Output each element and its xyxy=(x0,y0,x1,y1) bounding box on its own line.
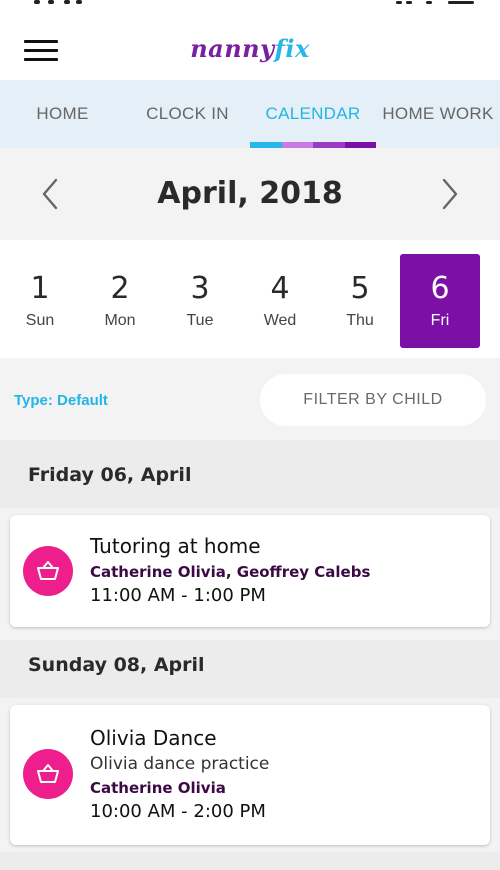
signal-icon xyxy=(34,0,88,4)
event-children: Catherine Olivia xyxy=(90,779,226,797)
day-wed-4[interactable]: 4 Wed xyxy=(240,254,320,348)
day-sun-1[interactable]: 1 Sun xyxy=(0,254,80,348)
app-header: nannyfix xyxy=(0,8,500,80)
type-filter-label[interactable]: Type: Default xyxy=(14,392,108,409)
day-section-header: Sunday 08, April xyxy=(0,640,500,698)
day-section-header: Friday 06, April xyxy=(0,440,500,508)
chevron-right-icon[interactable] xyxy=(432,176,468,212)
section-heading: Sunday 08, April xyxy=(28,654,205,676)
event-description: Olivia dance practice xyxy=(90,754,270,774)
day-weekday: Fri xyxy=(430,312,450,329)
battery-icon xyxy=(396,0,476,4)
event-title: Tutoring at home xyxy=(90,534,261,558)
day-number: 1 xyxy=(30,271,50,306)
day-weekday: Mon xyxy=(104,312,136,329)
tab-calendar[interactable]: CALENDAR xyxy=(250,80,376,148)
day-strip: 1 Sun 2 Mon 3 Tue 4 Wed 5 Thu 6 Fri xyxy=(0,240,500,358)
day-number: 3 xyxy=(190,271,210,306)
event-card[interactable]: Olivia Dance Olivia dance practice Cathe… xyxy=(10,705,490,845)
status-bar xyxy=(0,0,500,8)
day-fri-6-selected[interactable]: 6 Fri xyxy=(400,254,480,348)
tab-home[interactable]: HOME xyxy=(0,80,125,148)
day-weekday: Wed xyxy=(263,312,297,329)
day-weekday: Sun xyxy=(25,312,55,329)
day-thu-5[interactable]: 5 Thu xyxy=(320,254,400,348)
day-number: 5 xyxy=(350,271,370,306)
section-heading: Friday 06, April xyxy=(28,464,192,486)
day-number: 6 xyxy=(430,271,450,306)
tab-clock-in[interactable]: CLOCK IN xyxy=(125,80,250,148)
event-card[interactable]: Tutoring at home Catherine Olivia, Geoff… xyxy=(10,515,490,627)
filter-by-child-button[interactable]: FILTER BY CHILD xyxy=(260,374,486,426)
nav-tabs: HOME CLOCK IN CALENDAR HOME WORK xyxy=(0,80,500,148)
day-number: 4 xyxy=(270,271,290,306)
event-time: 10:00 AM - 2:00 PM xyxy=(90,801,266,822)
month-navigator: April, 2018 xyxy=(0,148,500,240)
day-mon-2[interactable]: 2 Mon xyxy=(80,254,160,348)
event-children: Catherine Olivia, Geoffrey Calebs xyxy=(90,563,371,581)
filter-row: Type: Default FILTER BY CHILD xyxy=(0,358,500,440)
event-title: Olivia Dance xyxy=(90,726,217,750)
basket-icon xyxy=(23,546,73,596)
day-weekday: Thu xyxy=(346,312,374,329)
tab-home-work[interactable]: HOME WORK xyxy=(376,80,500,148)
app-logo: nannyfix xyxy=(190,34,310,63)
month-title: April, 2018 xyxy=(157,176,343,211)
next-section-edge xyxy=(0,852,500,870)
day-weekday: Tue xyxy=(186,312,214,329)
day-tue-3[interactable]: 3 Tue xyxy=(160,254,240,348)
day-number: 2 xyxy=(110,271,130,306)
basket-icon xyxy=(23,749,73,799)
event-time: 11:00 AM - 1:00 PM xyxy=(90,585,266,606)
